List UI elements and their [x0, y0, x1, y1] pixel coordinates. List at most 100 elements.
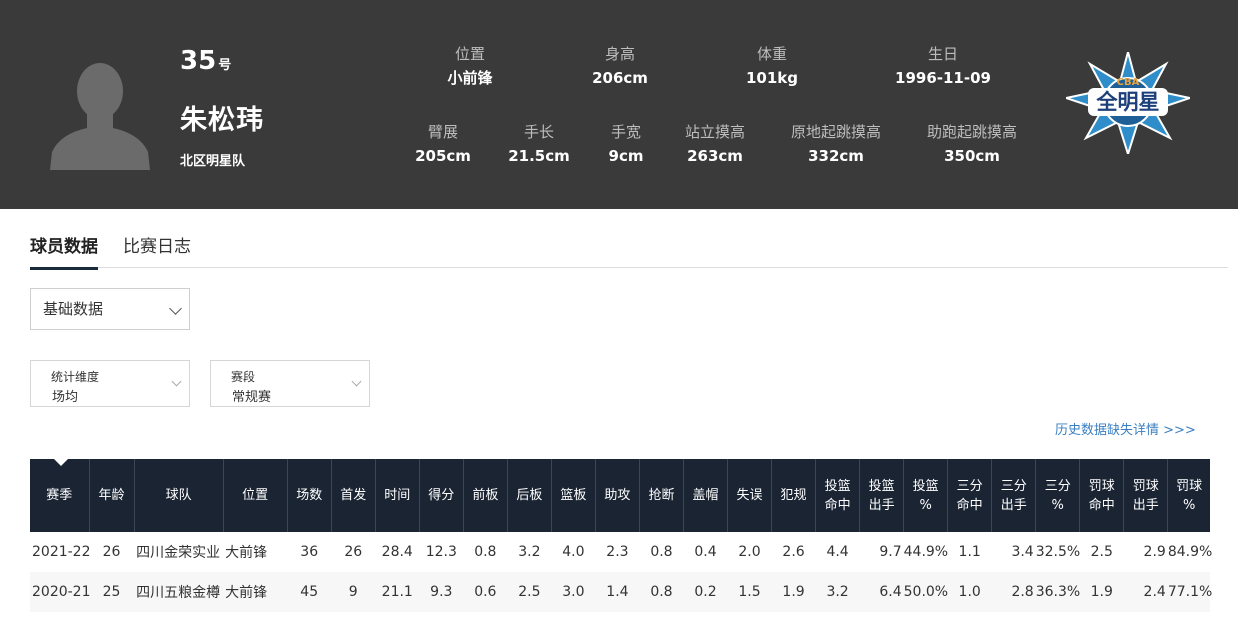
column-header[interactable]: 罚球 命中: [1079, 459, 1124, 532]
table-cell: 2.6: [782, 544, 805, 560]
table-cell: 0.6: [463, 572, 508, 612]
column-header[interactable]: 得分: [418, 459, 464, 532]
dimension-label: 统计维度: [51, 370, 100, 384]
table-cell: 0.8: [650, 544, 673, 560]
chevron-down-icon: [171, 376, 182, 387]
column-header[interactable]: 三分 命中: [947, 459, 992, 532]
cba-allstar-logo: CBA 全明星: [1066, 52, 1190, 154]
table-header-row: 赛季 年龄 球队 位置 场数 首发 时间 得分 前板 后板 篮板 助攻 抢断 盖帽 失误 犯规 投篮 命中 投篮 出手…: [30, 459, 1210, 532]
dimension-value: 场均: [52, 390, 79, 405]
table-cell: 3.2: [815, 572, 860, 612]
column-header[interactable]: 后板: [506, 459, 552, 532]
table-cell: 50.0%: [903, 572, 948, 612]
chevron-down-icon: [351, 376, 362, 387]
bio-weight: 体重 101kg: [745, 45, 799, 87]
table-cell: 1.9: [771, 572, 816, 612]
table-cell: 26: [102, 544, 121, 560]
bio-position: 位置 小前锋: [447, 45, 493, 87]
column-header[interactable]: 前板: [462, 459, 508, 532]
table-cell: 四川金荣实业: [136, 545, 221, 561]
column-header[interactable]: 首发: [330, 459, 376, 532]
table-cell: 2.5: [507, 572, 552, 612]
player-team: 北区明星队: [180, 154, 246, 169]
column-header[interactable]: 年龄: [88, 459, 135, 532]
table-cell: 2021-22: [32, 544, 91, 560]
bio-standing-vertical: 原地起跳摸高 332cm: [790, 123, 882, 165]
stage-label: 赛段: [231, 370, 256, 384]
column-header[interactable]: 三分 出手: [991, 459, 1036, 532]
svg-text:CBA: CBA: [1117, 77, 1140, 88]
table-cell: 36: [300, 544, 319, 560]
table-cell: 21.1: [375, 572, 420, 612]
column-header[interactable]: 球队: [133, 459, 224, 532]
player-header: 35 号 朱松玮 北区明星队 位置 小前锋 身高 206cm 体重 101kg 生日 19…: [0, 0, 1238, 209]
table-cell: 1.4: [595, 572, 640, 612]
column-header[interactable]: 投篮 出手: [859, 459, 904, 532]
table-cell: 1.9: [1079, 572, 1124, 612]
table-body: 2021-22 26 四川金荣实业 大前锋 36 26 28.4 12.3 0.8 3.2 4.0 2…: [30, 532, 1213, 612]
bio-wingspan: 臂展 205cm: [415, 123, 471, 165]
jersey-number: 35 号: [180, 46, 232, 76]
bio-running-vertical: 助跑起跳摸高 350cm: [926, 123, 1018, 165]
column-header[interactable]: 盖帽: [682, 459, 728, 532]
table-cell: 2.4: [1123, 572, 1168, 612]
table-cell: 25: [89, 572, 135, 612]
column-header[interactable]: 失误: [726, 459, 772, 532]
column-header[interactable]: 罚球%: [1167, 459, 1210, 532]
table-cell: 1.5: [727, 572, 772, 612]
table-cell: 36.3%: [1035, 572, 1080, 612]
column-header[interactable]: 助攻: [594, 459, 640, 532]
table-cell: 3.0: [551, 572, 596, 612]
table-cell: 84.9%: [1167, 544, 1213, 560]
table-cell: 2.0: [738, 544, 761, 560]
tab-player-stats[interactable]: 球员数据: [30, 232, 98, 270]
bio-hand-length: 手长 21.5cm: [508, 123, 570, 165]
history-missing-link[interactable]: 历史数据缺失详情 >>>: [1055, 419, 1196, 438]
bio-birthday: 生日 1996-11-09: [895, 45, 991, 87]
stage-select[interactable]: 赛段 常规赛: [210, 360, 370, 407]
svg-text:全明星: 全明星: [1096, 90, 1160, 114]
tab-bar: 球员数据 比赛日志: [30, 228, 1228, 270]
stat-type-value: 基础数据: [43, 300, 104, 318]
column-header[interactable]: 投篮%: [903, 459, 948, 532]
table-cell: 9: [331, 572, 376, 612]
table-row: 2021-22 26 四川金荣实业 大前锋 36 26 28.4 12.3 0.8 3.2 4.0 2…: [30, 532, 1213, 572]
table-cell: 9.3: [419, 572, 464, 612]
table-cell: 四川五粮金樽: [134, 572, 224, 612]
player-avatar: [50, 63, 150, 170]
table-cell: 1.0: [947, 572, 992, 612]
dimension-select[interactable]: 统计维度 场均: [30, 360, 190, 407]
column-header[interactable]: 罚球 出手: [1123, 459, 1168, 532]
table-cell: 3.4: [1011, 544, 1034, 560]
table-cell: 2.3: [606, 544, 629, 560]
table-cell: 45: [287, 572, 332, 612]
table-cell: 3.2: [518, 544, 541, 560]
table-cell: 12.3: [425, 544, 457, 560]
stage-value: 常规赛: [232, 390, 272, 405]
column-header[interactable]: 三分%: [1035, 459, 1080, 532]
table-cell: 4.4: [826, 544, 849, 560]
column-header[interactable]: 场数: [286, 459, 332, 532]
column-header[interactable]: 位置: [222, 459, 288, 532]
table-cell: 6.4: [859, 572, 904, 612]
column-header[interactable]: 时间: [374, 459, 420, 532]
table-cell: 大前锋: [223, 572, 288, 612]
table-cell: 大前锋: [225, 545, 268, 561]
table-cell: 28.4: [381, 544, 413, 560]
table-row: 2020-21 25 四川五粮金樽 大前锋 45 9 21.1 9.3 0.6 2.5 3.0 1.4…: [30, 572, 1212, 612]
table-cell: 2.9: [1143, 544, 1166, 560]
column-header[interactable]: 篮板: [550, 459, 596, 532]
table-cell: 0.2: [683, 572, 728, 612]
stat-type-select[interactable]: 基础数据: [30, 288, 190, 330]
table-cell: 0.8: [474, 544, 497, 560]
table-cell: 4.0: [562, 544, 585, 560]
table-cell: 0.8: [639, 572, 684, 612]
tab-game-log[interactable]: 比赛日志: [123, 232, 191, 267]
column-header[interactable]: 犯规: [771, 459, 816, 532]
column-header[interactable]: 赛季: [30, 459, 90, 532]
column-header[interactable]: 投篮 命中: [815, 459, 860, 532]
table-cell: 2020-21: [30, 572, 91, 612]
table-cell: 32.5%: [1035, 544, 1081, 560]
bio-hand-width: 手宽 9cm: [608, 123, 644, 165]
column-header[interactable]: 抢断: [638, 459, 684, 532]
